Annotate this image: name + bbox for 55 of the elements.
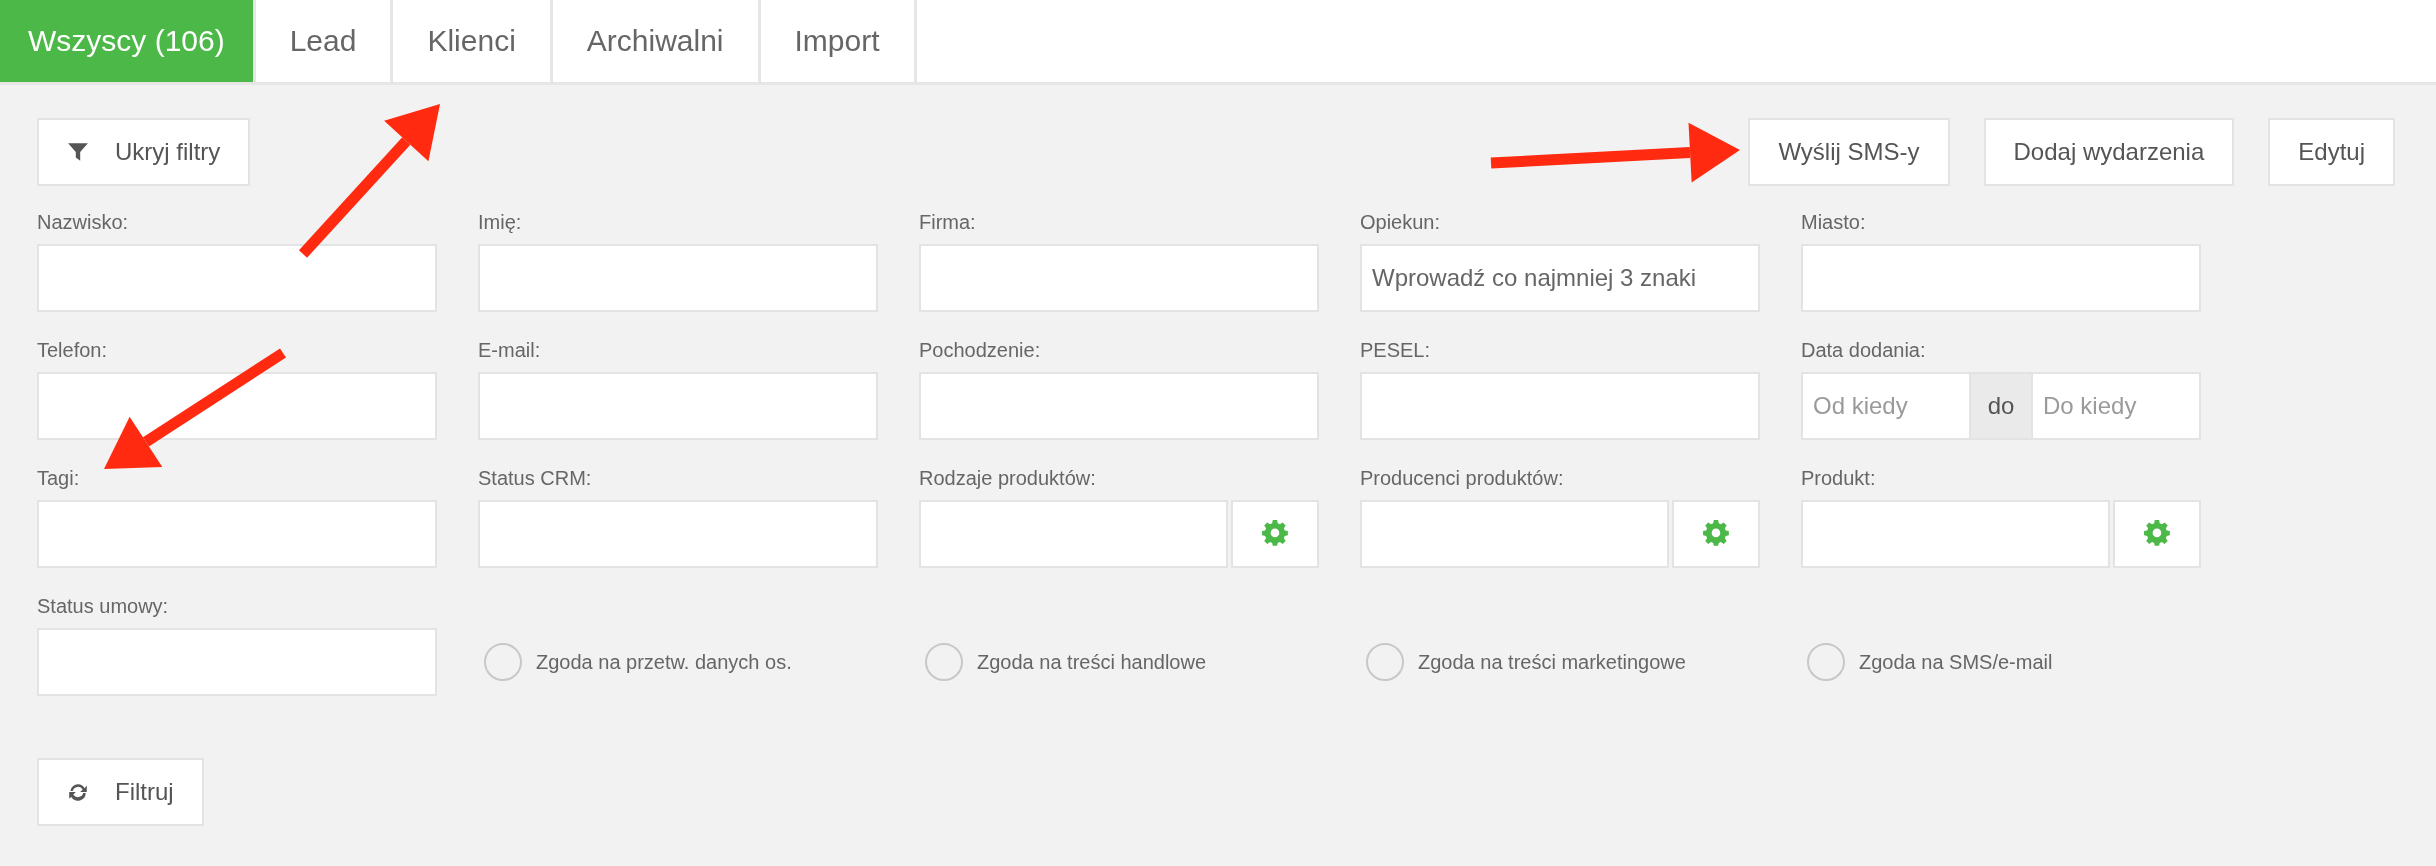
field-label: Status CRM: — [478, 466, 593, 490]
text-field[interactable] — [478, 244, 878, 312]
refresh-icon — [67, 781, 89, 803]
field-label: Firma: — [919, 210, 977, 234]
date-field[interactable]: Do kiedy — [2031, 372, 2201, 440]
text-field[interactable] — [1360, 372, 1760, 440]
text-field[interactable] — [919, 372, 1319, 440]
text-field[interactable] — [919, 500, 1228, 568]
settings-button[interactable] — [2113, 500, 2201, 568]
text-field[interactable] — [478, 372, 878, 440]
settings-button[interactable] — [1672, 500, 1760, 568]
text-field[interactable] — [37, 244, 437, 312]
consent-checkbox[interactable] — [1366, 643, 1404, 681]
action-button[interactable]: Dodaj wydarzenia — [1983, 118, 2235, 186]
field-label: Telefon: — [37, 338, 109, 362]
settings-button[interactable] — [1231, 500, 1319, 568]
text-field[interactable] — [1801, 244, 2201, 312]
text-field[interactable] — [478, 500, 878, 568]
field-label: Produkt: — [1801, 466, 1877, 490]
field-label: Data dodania: — [1801, 338, 1927, 362]
text-field[interactable] — [37, 372, 437, 440]
filter-icon — [67, 141, 89, 163]
consent-label: Zgoda na SMS/e-mail — [1859, 650, 2053, 674]
text-field[interactable] — [1360, 500, 1669, 568]
consent-checkbox[interactable] — [484, 643, 522, 681]
field-label: Pochodzenie: — [919, 338, 1042, 362]
consent-checkbox[interactable] — [1807, 643, 1845, 681]
text-field[interactable] — [37, 628, 437, 696]
consent-label: Zgoda na treści handlowe — [977, 650, 1207, 674]
text-field[interactable] — [919, 244, 1319, 312]
action-button[interactable]: Wyślij SMS-y — [1748, 118, 1950, 186]
field-label: E-mail: — [478, 338, 542, 362]
filter-button[interactable]: Filtruj — [37, 758, 204, 826]
field-label: Nazwisko: — [37, 210, 130, 234]
text-field[interactable] — [1801, 500, 2110, 568]
field-label: PESEL: — [1360, 338, 1432, 362]
text-field[interactable] — [37, 500, 437, 568]
consent-label: Zgoda na przetw. danych os. — [536, 650, 792, 674]
hide-filters-button[interactable]: Ukryj filtry — [37, 118, 251, 186]
select-field[interactable]: Wprowadź co najmniej 3 znaki — [1360, 244, 1760, 312]
field-label: Opiekun: — [1360, 210, 1442, 234]
consent-checkbox[interactable] — [925, 643, 963, 681]
field-label: Imię: — [478, 210, 523, 234]
settings-icon — [2143, 520, 2171, 548]
field-label: Producenci produktów: — [1360, 466, 1565, 490]
settings-icon — [1702, 520, 1730, 548]
field-label: Tagi: — [37, 466, 81, 490]
date-field[interactable]: Od kiedy — [1801, 372, 1971, 440]
settings-icon — [1261, 520, 1289, 548]
field-label: Miasto: — [1801, 210, 1867, 234]
consent-label: Zgoda na treści marketingowe — [1418, 650, 1686, 674]
action-button[interactable]: Edytuj — [2268, 118, 2395, 186]
field-label: Rodzaje produktów: — [919, 466, 1097, 490]
field-label: Status umowy: — [37, 594, 170, 618]
range-separator: do — [1971, 372, 2031, 440]
